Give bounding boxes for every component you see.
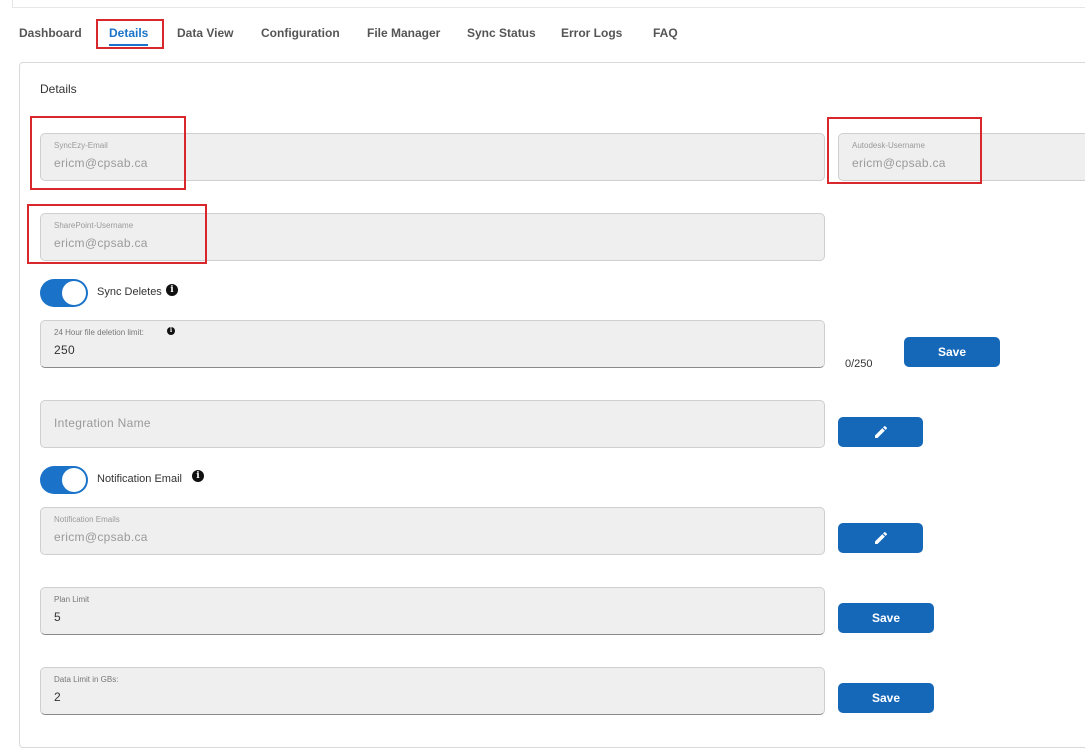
- integration-name-field[interactable]: Integration Name: [40, 400, 825, 448]
- highlight-box-sharepoint-username: [27, 204, 207, 264]
- notification-email-label: Notification Email: [97, 473, 182, 485]
- tab-faq[interactable]: FAQ: [653, 18, 678, 48]
- plan-limit-label: Plan Limit: [54, 595, 90, 604]
- save-plan-limit-button[interactable]: Save: [838, 603, 934, 633]
- data-limit-label: Data Limit in GBs:: [54, 675, 119, 684]
- info-icon[interactable]: i: [192, 470, 204, 482]
- section-title: Details: [40, 82, 77, 96]
- integration-name-placeholder: Integration Name: [54, 416, 151, 430]
- save-deletion-limit-button[interactable]: Save: [904, 337, 1000, 367]
- edit-notification-emails-button[interactable]: [838, 523, 923, 553]
- tab-error-logs[interactable]: Error Logs: [561, 18, 622, 48]
- deletion-limit-counter: 0/250: [845, 358, 873, 370]
- notification-emails-label: Notification Emails: [54, 515, 120, 524]
- toggle-knob: [62, 281, 86, 305]
- top-strip: [12, 0, 1085, 8]
- deletion-limit-label: 24 Hour file deletion limit:: [54, 328, 144, 337]
- notification-emails-field[interactable]: Notification Emails ericm@cpsab.ca: [40, 507, 825, 555]
- deletion-limit-field[interactable]: 24 Hour file deletion limit: i 250: [40, 320, 825, 368]
- tab-configuration[interactable]: Configuration: [261, 18, 340, 48]
- tab-dashboard[interactable]: Dashboard: [19, 18, 82, 48]
- tab-data-view[interactable]: Data View: [177, 18, 233, 48]
- plan-limit-value: 5: [54, 610, 61, 624]
- deletion-limit-value: 250: [54, 343, 75, 357]
- toggle-knob: [62, 468, 86, 492]
- data-limit-value: 2: [54, 690, 61, 704]
- highlight-box-syncezy-email: [30, 116, 186, 190]
- pencil-icon: [874, 425, 887, 438]
- info-icon[interactable]: i: [167, 327, 175, 335]
- save-data-limit-button[interactable]: Save: [838, 683, 934, 713]
- pencil-icon: [874, 531, 887, 544]
- highlight-box-details-tab: [96, 19, 164, 49]
- sync-deletes-label: Sync Deletes: [97, 286, 162, 298]
- edit-integration-name-button[interactable]: [838, 417, 923, 447]
- highlight-box-autodesk-username: [827, 117, 982, 184]
- notification-email-toggle[interactable]: [40, 466, 88, 494]
- tab-file-manager[interactable]: File Manager: [367, 18, 440, 48]
- tab-sync-status[interactable]: Sync Status: [467, 18, 536, 48]
- data-limit-field[interactable]: Data Limit in GBs: 2: [40, 667, 825, 715]
- plan-limit-field[interactable]: Plan Limit 5: [40, 587, 825, 635]
- notification-emails-value: ericm@cpsab.ca: [54, 530, 148, 544]
- sync-deletes-toggle[interactable]: [40, 279, 88, 307]
- info-icon[interactable]: i: [166, 284, 178, 296]
